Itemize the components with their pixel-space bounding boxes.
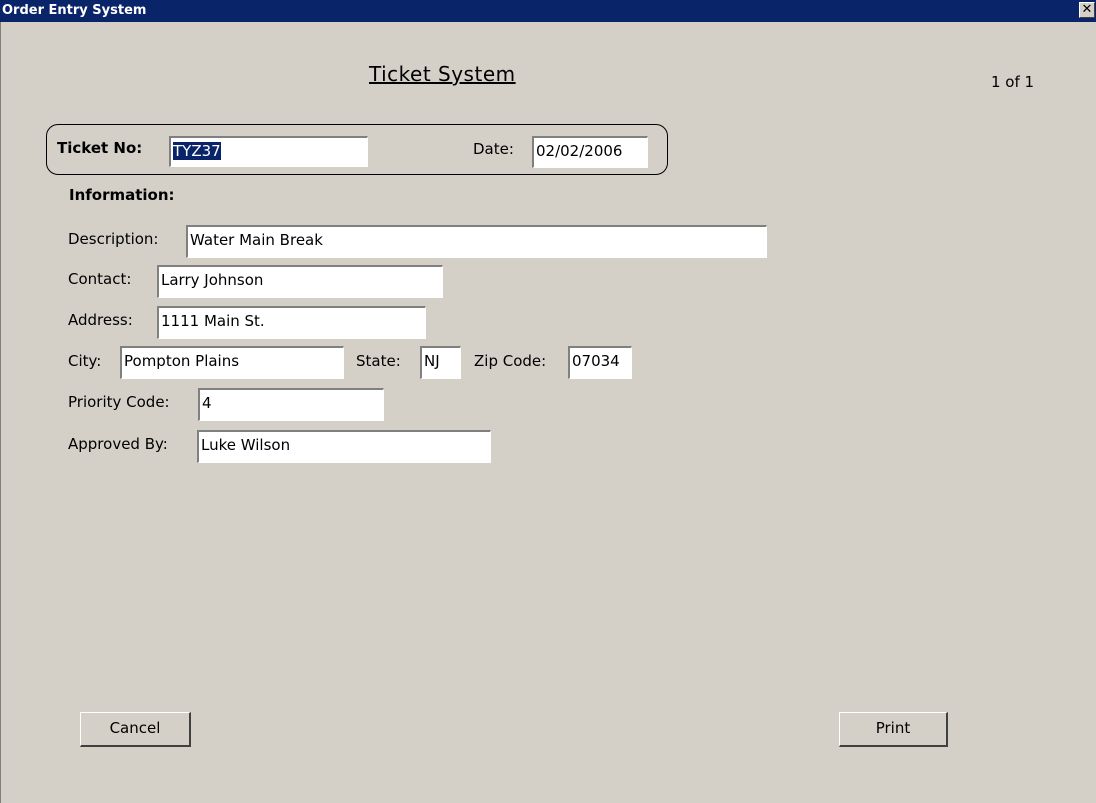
zip-code-label: Zip Code:	[474, 352, 547, 370]
state-field[interactable]: NJ	[420, 346, 461, 379]
state-label: State:	[356, 352, 401, 370]
print-button[interactable]: Print	[839, 712, 948, 747]
contact-label: Contact:	[68, 270, 132, 288]
window-title: Order Entry System	[2, 3, 147, 18]
priority-code-label: Priority Code:	[68, 393, 170, 411]
description-label: Description:	[68, 230, 159, 248]
ticket-no-field[interactable]: TYZ37	[169, 136, 368, 167]
city-label: City:	[68, 352, 102, 370]
contact-field[interactable]: Larry Johnson	[157, 265, 443, 298]
approved-by-label: Approved By:	[68, 435, 168, 453]
information-section-label: Information:	[69, 186, 175, 204]
zip-code-field[interactable]: 07034	[568, 346, 632, 379]
date-label: Date:	[473, 140, 514, 158]
address-field[interactable]: 1111 Main St.	[157, 306, 426, 339]
city-field[interactable]: Pompton Plains	[120, 346, 344, 379]
description-field[interactable]: Water Main Break	[186, 225, 767, 258]
address-label: Address:	[68, 311, 133, 329]
close-icon[interactable]: ✕	[1079, 2, 1095, 18]
cancel-button[interactable]: Cancel	[80, 712, 191, 747]
window-edge	[0, 22, 1, 803]
title-bar[interactable]: Order Entry System ✕	[0, 0, 1096, 22]
priority-code-field[interactable]: 4	[198, 388, 384, 421]
page-count: 1 of 1	[991, 73, 1035, 91]
approved-by-field[interactable]: Luke Wilson	[197, 430, 491, 463]
order-entry-window: Order Entry System ✕ Ticket System 1 of …	[0, 0, 1096, 803]
date-field[interactable]: 02/02/2006	[532, 136, 648, 168]
ticket-no-label: Ticket No:	[57, 139, 143, 157]
form-heading: Ticket System	[369, 62, 516, 86]
ticket-no-value: TYZ37	[173, 142, 221, 160]
